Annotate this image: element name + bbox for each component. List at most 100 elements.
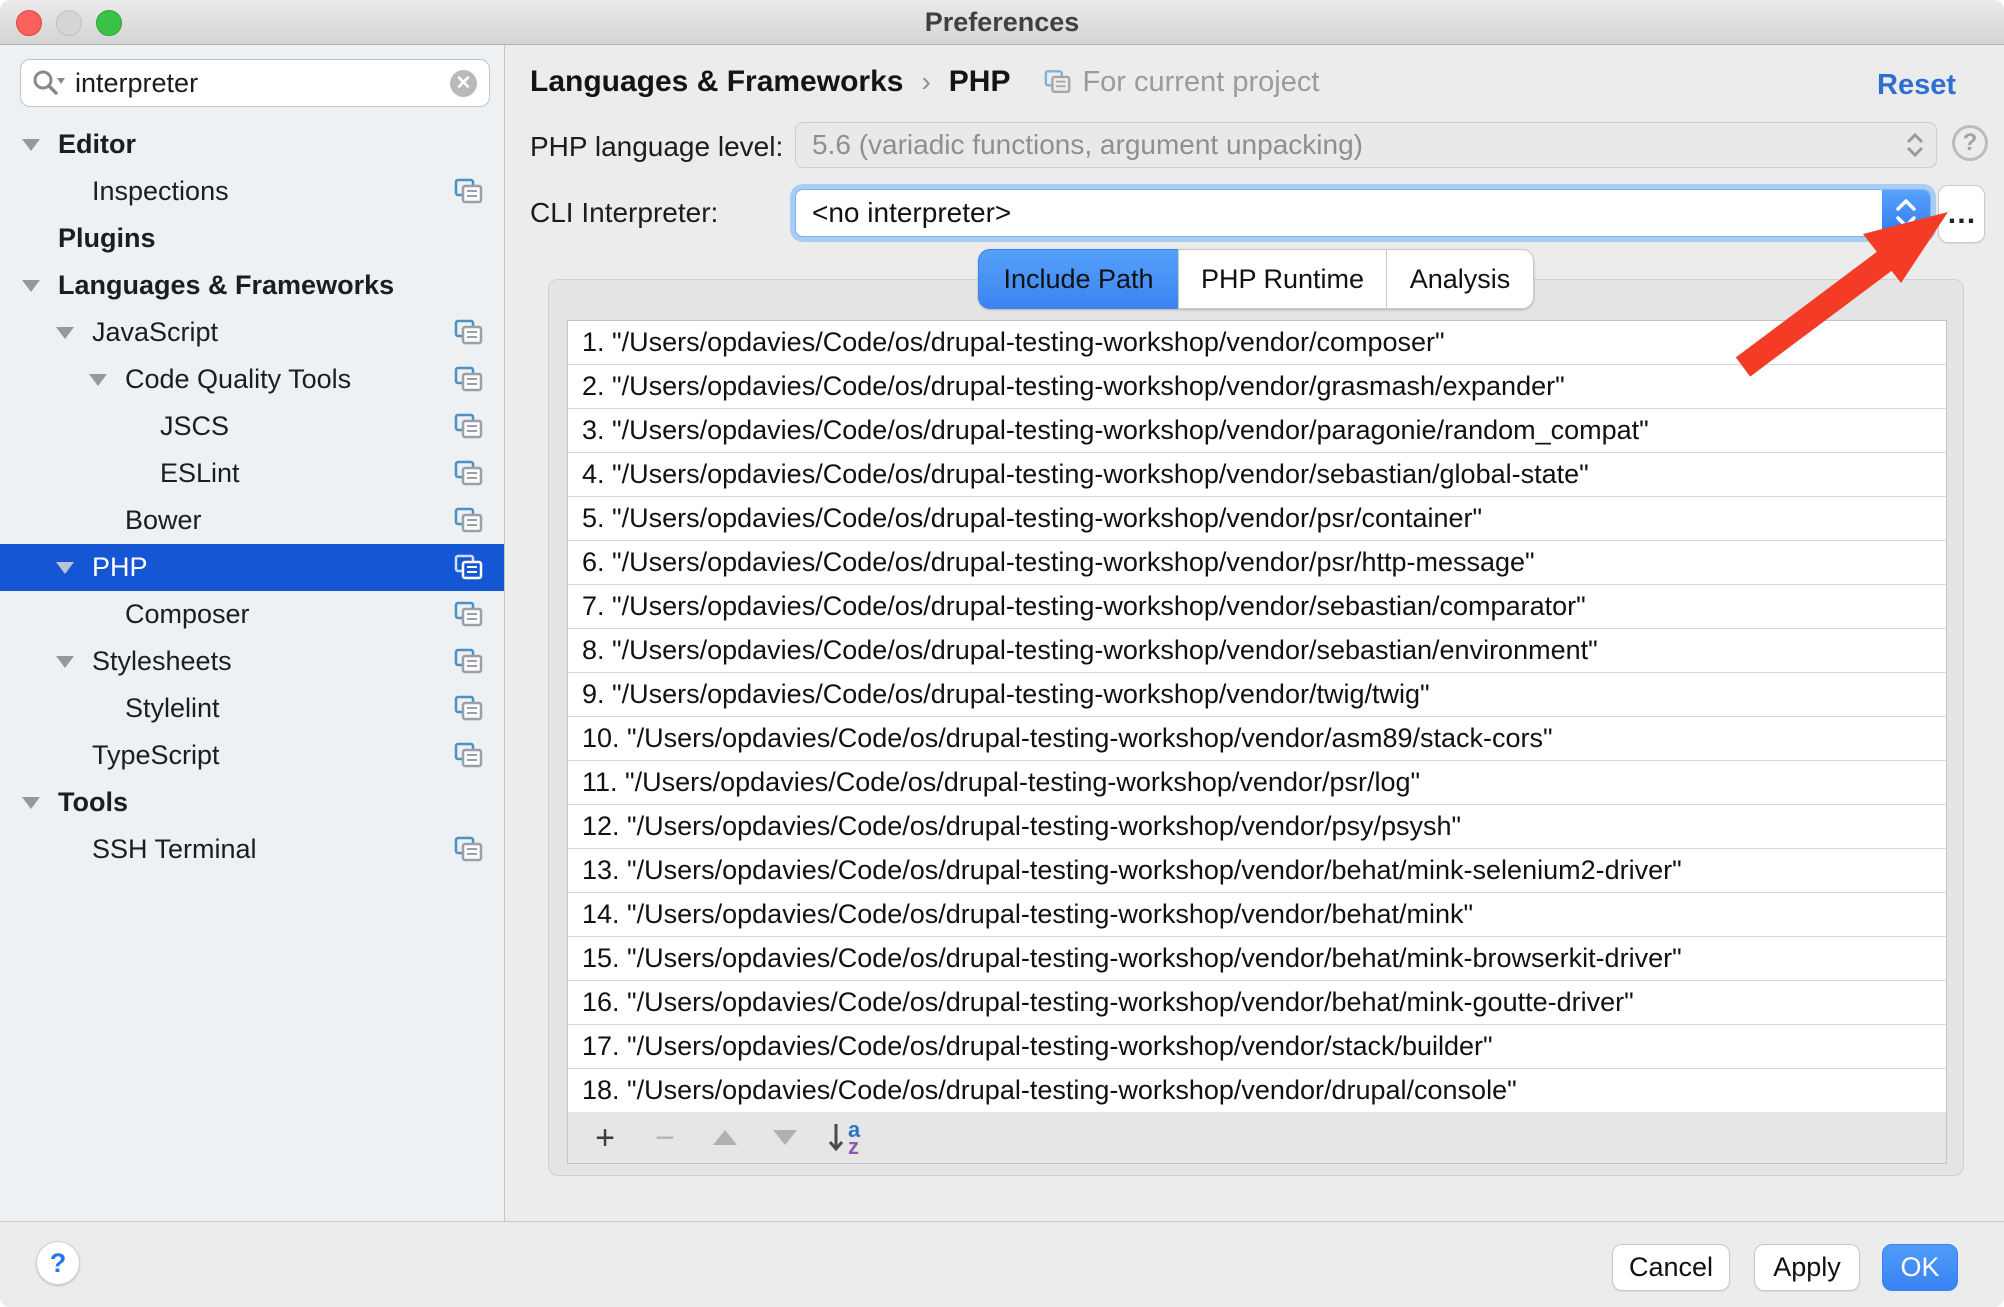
include-path-row[interactable]: 10. "/Users/opdavies/Code/os/drupal-test… [568,717,1946,761]
language-level-select: 5.6 (variadic functions, argument unpack… [795,122,1937,168]
include-path-row[interactable]: 15. "/Users/opdavies/Code/os/drupal-test… [568,937,1946,981]
include-path-row[interactable]: 17. "/Users/opdavies/Code/os/drupal-test… [568,1025,1946,1069]
help-button[interactable]: ? [36,1241,80,1285]
shared-settings-icon [454,178,484,206]
tab-bar: Include Path PHP Runtime Analysis [978,249,1534,309]
footer-bar: ? Cancel Apply OK [0,1221,2004,1307]
add-path-button[interactable]: + [582,1112,628,1164]
expand-triangle-icon[interactable] [56,562,92,574]
tree-item-label: Composer [125,599,250,630]
sidebar-tree-item[interactable]: Inspections [0,168,504,215]
tree-item-label: Tools [58,787,128,818]
stepper-up-down-icon[interactable] [1882,190,1930,236]
expand-triangle-icon[interactable] [56,327,92,339]
path-text: 16. "/Users/opdavies/Code/os/drupal-test… [582,987,1634,1017]
tree-item-label: PHP [92,552,148,583]
sidebar-tree-item[interactable]: SSH Terminal [0,826,504,873]
sidebar-tree-item[interactable]: Code Quality Tools [0,356,504,403]
tab-analysis[interactable]: Analysis [1386,249,1534,309]
cli-interpreter-value: <no interpreter> [812,197,1882,229]
expand-triangle-icon[interactable] [22,280,58,292]
sidebar-tree-item[interactable]: Tools [0,779,504,826]
list-toolbar: + − a z [567,1112,1947,1164]
sidebar-tree-item[interactable]: TypeScript [0,732,504,779]
expand-triangle-icon[interactable] [89,374,125,386]
ok-button[interactable]: OK [1882,1244,1958,1291]
path-text: 8. "/Users/opdavies/Code/os/drupal-testi… [582,635,1598,665]
expand-triangle-icon[interactable] [22,797,58,809]
language-level-value: 5.6 (variadic functions, argument unpack… [812,129,1904,161]
include-path-row[interactable]: 16. "/Users/opdavies/Code/os/drupal-test… [568,981,1946,1025]
cli-interpreter-label: CLI Interpreter: [530,197,718,229]
language-level-help-icon[interactable]: ? [1952,125,1988,161]
include-path-row[interactable]: 1. "/Users/opdavies/Code/os/drupal-testi… [568,321,1946,365]
apply-button[interactable]: Apply [1754,1244,1860,1291]
sidebar-tree-item[interactable]: JSCS [0,403,504,450]
path-text: 12. "/Users/opdavies/Code/os/drupal-test… [582,811,1461,841]
include-path-row[interactable]: 8. "/Users/opdavies/Code/os/drupal-testi… [568,629,1946,673]
sidebar-tree-item[interactable]: Composer [0,591,504,638]
path-text: 11. "/Users/opdavies/Code/os/drupal-test… [582,767,1420,797]
path-text: 2. "/Users/opdavies/Code/os/drupal-testi… [582,371,1565,401]
language-level-label: PHP language level: [530,131,783,163]
tree-item-label: JSCS [160,411,229,442]
sidebar-tree-item[interactable]: ESLint [0,450,504,497]
breadcrumb-current: PHP [949,65,1011,99]
shared-settings-icon [454,648,484,676]
window-title: Preferences [0,0,2004,44]
sort-alphabetically-button[interactable]: a z [826,1112,860,1164]
include-path-row[interactable]: 13. "/Users/opdavies/Code/os/drupal-test… [568,849,1946,893]
tab-php-runtime[interactable]: PHP Runtime [1178,249,1386,309]
shared-settings-icon [454,507,484,535]
expand-triangle-icon[interactable] [22,139,58,151]
expand-triangle-icon[interactable] [56,656,92,668]
tree-item-label: Editor [58,129,136,160]
include-path-list: 1. "/Users/opdavies/Code/os/drupal-testi… [567,320,1947,1114]
path-text: 15. "/Users/opdavies/Code/os/drupal-test… [582,943,1682,973]
include-path-row[interactable]: 11. "/Users/opdavies/Code/os/drupal-test… [568,761,1946,805]
breadcrumb: Languages & Frameworks › PHP For current… [530,65,1319,99]
reset-link[interactable]: Reset [1877,69,1956,102]
include-path-row[interactable]: 18. "/Users/opdavies/Code/os/drupal-test… [568,1069,1946,1113]
tree-item-label: TypeScript [92,740,220,771]
include-path-row[interactable]: 14. "/Users/opdavies/Code/os/drupal-test… [568,893,1946,937]
include-path-row[interactable]: 5. "/Users/opdavies/Code/os/drupal-testi… [568,497,1946,541]
include-path-row[interactable]: 2. "/Users/opdavies/Code/os/drupal-testi… [568,365,1946,409]
sidebar-tree-item[interactable]: JavaScript [0,309,504,356]
search-input[interactable] [73,67,450,100]
sidebar-tree-item[interactable]: PHP [0,544,504,591]
include-path-row[interactable]: 6. "/Users/opdavies/Code/os/drupal-testi… [568,541,1946,585]
sidebar-tree-item[interactable]: Plugins [0,215,504,262]
include-path-row[interactable]: 3. "/Users/opdavies/Code/os/drupal-testi… [568,409,1946,453]
include-path-row[interactable]: 7. "/Users/opdavies/Code/os/drupal-testi… [568,585,1946,629]
cancel-button[interactable]: Cancel [1612,1244,1730,1291]
shared-settings-icon [454,460,484,488]
path-text: 9. "/Users/opdavies/Code/os/drupal-testi… [582,679,1430,709]
shared-settings-icon [454,836,484,864]
browse-interpreters-button[interactable]: … [1938,185,1985,243]
move-up-button[interactable] [702,1112,748,1164]
cli-interpreter-select[interactable]: <no interpreter> [795,189,1931,237]
preferences-window: Preferences ✕ Editor [0,0,2004,1307]
settings-search-box[interactable]: ✕ [20,59,490,107]
remove-path-button[interactable]: − [642,1112,688,1164]
titlebar: Preferences [0,0,2004,45]
clear-search-icon[interactable]: ✕ [450,70,477,97]
tree-item-label: Code Quality Tools [125,364,351,395]
include-path-row[interactable]: 4. "/Users/opdavies/Code/os/drupal-testi… [568,453,1946,497]
tree-item-label: JavaScript [92,317,218,348]
sidebar-tree-item[interactable]: Stylesheets [0,638,504,685]
sidebar-tree-item[interactable]: Languages & Frameworks [0,262,504,309]
move-down-button[interactable] [762,1112,808,1164]
sidebar-tree-item[interactable]: Editor [0,121,504,168]
breadcrumb-parent[interactable]: Languages & Frameworks [530,65,903,99]
breadcrumb-separator-icon: › [921,66,930,98]
tree-item-label: SSH Terminal [92,834,257,865]
include-path-row[interactable]: 12. "/Users/opdavies/Code/os/drupal-test… [568,805,1946,849]
tree-item-label: Inspections [92,176,229,207]
path-text: 17. "/Users/opdavies/Code/os/drupal-test… [582,1031,1493,1061]
sidebar-tree-item[interactable]: Stylelint [0,685,504,732]
sidebar-tree-item[interactable]: Bower [0,497,504,544]
tab-include-path[interactable]: Include Path [978,249,1178,309]
include-path-row[interactable]: 9. "/Users/opdavies/Code/os/drupal-testi… [568,673,1946,717]
